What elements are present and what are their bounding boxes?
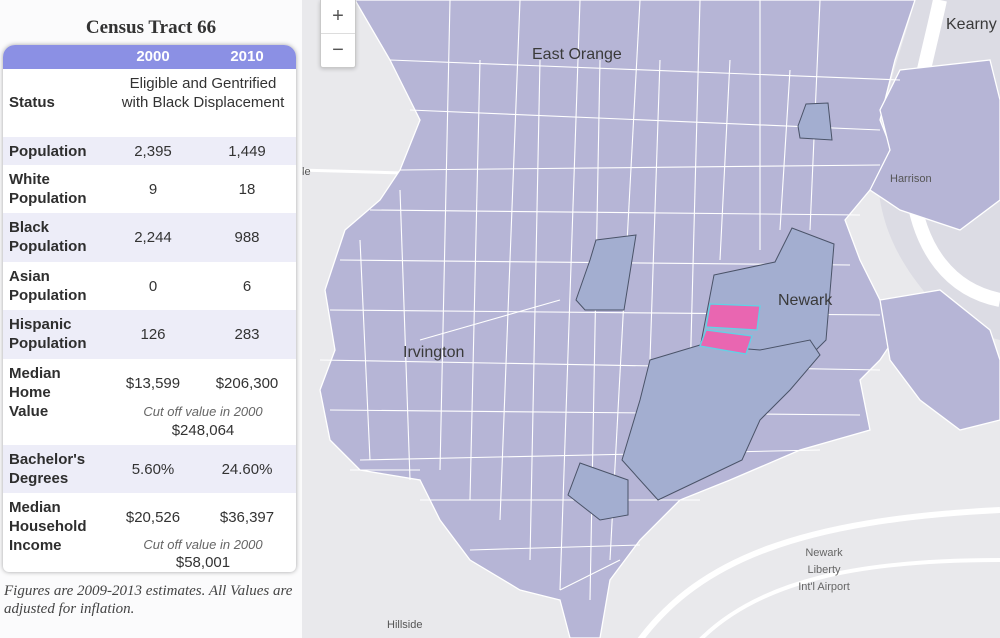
column-header-2000: 2000 <box>136 48 170 65</box>
label-airport-line1: Newark <box>805 547 843 559</box>
cell-2010: $206,300 <box>215 375 279 392</box>
selected-tract-66 <box>705 303 761 331</box>
row-label: Black Population <box>9 219 87 255</box>
cutoff-value: $248,064 <box>171 422 235 439</box>
tract-title: Census Tract 66 <box>85 17 217 38</box>
cutoff-note: Cut off value in 2000 <box>143 404 263 419</box>
cell-2000: 126 <box>140 326 166 343</box>
cutoff-note: Cut off value in 2000 <box>143 537 263 552</box>
cell-2000: $20,526 <box>125 509 181 526</box>
row-label: Population <box>9 143 87 160</box>
table-row-median-home-value: Median Home Value $13,599 $206,300 Cut o… <box>3 359 296 445</box>
label-airport-line2: Liberty <box>807 564 841 576</box>
tract-info-card: 2000 2010 Status Eligible and Gentrified… <box>3 45 296 572</box>
label-east-orange: East Orange <box>532 46 622 63</box>
row-label: Status <box>9 94 55 111</box>
zoom-control: + − <box>320 0 356 68</box>
column-header-2010: 2010 <box>230 48 264 65</box>
label-airport: Newark Liberty Int'l Airport <box>782 545 866 596</box>
row-label: Median Home Value <box>9 365 61 420</box>
label-irvington: Irvington <box>403 344 465 361</box>
cell-2010: 283 <box>234 326 260 343</box>
cell-2010: 988 <box>234 229 260 246</box>
cell-2010: 6 <box>242 278 252 295</box>
label-hillside: Hillside <box>387 619 423 631</box>
row-label: Bachelor's Degrees <box>9 451 86 487</box>
info-sidebar: Census Tract 66 2000 2010 Status Eligibl… <box>0 0 302 638</box>
status-value: Eligible and Gentrified with Black Displ… <box>121 75 285 111</box>
table-row-asian-population: Asian Population 0 6 <box>3 262 296 310</box>
table-row-white-population: White Population 9 18 <box>3 165 296 213</box>
row-label: Asian Population <box>9 268 87 304</box>
label-newark: Newark <box>778 292 833 309</box>
zoom-in-button[interactable]: + <box>321 0 355 33</box>
cell-2010: 1,449 <box>228 143 266 160</box>
zoom-out-button[interactable]: − <box>321 34 355 67</box>
table-row-population: Population 2,395 1,449 <box>3 137 296 165</box>
cell-2010: 18 <box>238 181 256 198</box>
table-row-bachelors-degrees: Bachelor's Degrees 5.60% 24.60% <box>3 445 296 493</box>
label-kearny: Kearny <box>946 16 997 33</box>
table-row-hispanic-population: Hispanic Population 126 283 <box>3 310 296 359</box>
footnote: Figures are 2009-2013 estimates. All Val… <box>4 583 293 617</box>
label-harrison: Harrison <box>890 173 932 185</box>
cell-2010: 24.60% <box>221 461 273 478</box>
row-label: Hispanic Population <box>9 316 87 352</box>
label-edge-fragment: le <box>302 166 311 178</box>
cell-2000: 0 <box>148 278 158 295</box>
label-airport-line3: Int'l Airport <box>798 581 850 593</box>
cutoff-value: $58,001 <box>175 554 231 571</box>
cell-2010: $36,397 <box>219 509 275 526</box>
cell-2000: 2,244 <box>134 229 172 246</box>
cell-2000: $13,599 <box>125 375 181 392</box>
table-row-median-household-income: Median Household Income $20,526 $36,397 … <box>3 493 296 572</box>
cell-2000: 5.60% <box>131 461 175 478</box>
row-label: White Population <box>9 171 87 207</box>
cell-2000: 2,395 <box>134 143 172 160</box>
table-header: 2000 2010 <box>3 45 296 69</box>
table-row-status: Status Eligible and Gentrified with Blac… <box>3 69 296 137</box>
table-row-black-population: Black Population 2,244 988 <box>3 213 296 262</box>
cell-2000: 9 <box>148 181 158 198</box>
row-label: Median Household Income <box>9 499 87 554</box>
